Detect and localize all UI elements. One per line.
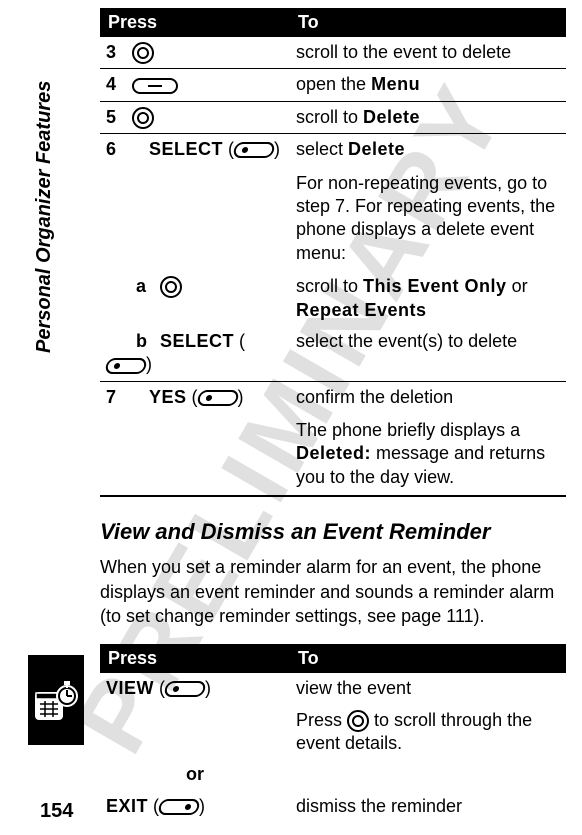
menu-term: This Event Only (363, 276, 507, 296)
text: Press (296, 710, 347, 730)
table-row: 3 scroll to the event to delete (100, 37, 566, 69)
text: select (296, 139, 348, 159)
table-row: 4 open the Menu (100, 69, 566, 101)
menu-term: Delete (363, 107, 420, 127)
table1-header-press: Press (100, 8, 290, 37)
right-softkey-icon (104, 358, 147, 374)
menu-term: Menu (371, 74, 420, 94)
to-cell: scroll to This Event Only or Repeat Even… (290, 271, 566, 326)
table-row: VIEW () view the event (100, 673, 566, 704)
table-row: b SELECT () select the event(s) to delet… (100, 326, 566, 381)
table2-header-press: Press (100, 644, 290, 673)
to-cell: open the Menu (290, 69, 566, 101)
table2-header-to: To (290, 644, 566, 673)
to-cell: scroll to Delete (290, 101, 566, 133)
instruction-table-2: Press To VIEW () view the event Press to… (100, 644, 566, 822)
page-number: 154 (40, 800, 73, 823)
section-heading: View and Dismiss an Event Reminder (100, 519, 566, 545)
nav-key-icon (132, 107, 154, 129)
nav-key-icon (132, 42, 154, 64)
softkey-label: SELECT (160, 331, 234, 351)
instruction-table-1: Press To 3 scroll to the event to delete… (100, 8, 566, 497)
table1-header-to: To (290, 8, 566, 37)
table-row: Press to scroll through the event detail… (100, 705, 566, 760)
note-cell: Press to scroll through the event detail… (290, 705, 566, 760)
text: The phone briefly displays a (296, 420, 520, 440)
right-softkey-icon (196, 390, 239, 406)
table-row: The phone briefly displays a Deleted: me… (100, 413, 566, 496)
organizer-icon (28, 655, 84, 745)
to-cell: dismiss the reminder (290, 791, 566, 822)
text: scroll to (296, 276, 363, 296)
step-number: 5 (106, 106, 122, 129)
substep-letter: b (136, 330, 150, 353)
substep-letter: a (136, 275, 150, 298)
press-cell: VIEW () (100, 673, 290, 704)
table-row: or (100, 759, 566, 790)
left-softkey-icon (157, 799, 200, 815)
to-cell: scroll to the event to delete (290, 37, 566, 69)
sidebar-section-label: Personal Organizer Features (33, 81, 56, 353)
menu-term: Deleted: (296, 443, 371, 463)
to-cell: confirm the deletion (290, 381, 566, 413)
table-row: EXIT () dismiss the reminder (100, 791, 566, 822)
table-row: a scroll to This Event Only or Repeat Ev… (100, 271, 566, 326)
press-cell: EXIT () (100, 791, 290, 822)
softkey-label: VIEW (106, 678, 154, 698)
main-content: Press To 3 scroll to the event to delete… (100, 8, 566, 822)
press-cell: 5 (100, 101, 290, 133)
softkey-label: SELECT (149, 139, 223, 159)
note-cell: The phone briefly displays a Deleted: me… (290, 413, 566, 496)
nav-key-icon (347, 710, 369, 732)
right-softkey-icon (232, 142, 275, 158)
table-row: 6 SELECT () select Delete (100, 134, 566, 166)
table-row: 7 YES () confirm the deletion (100, 381, 566, 413)
menu-term: Delete (348, 139, 405, 159)
text: open the (296, 74, 371, 94)
step-number: 7 (106, 386, 122, 409)
menu-key-icon (132, 78, 178, 94)
softkey-label: EXIT (106, 796, 148, 816)
press-cell (100, 705, 290, 760)
text: scroll to (296, 107, 363, 127)
to-cell: select the event(s) to delete (290, 326, 566, 381)
table-row: 5 scroll to Delete (100, 101, 566, 133)
step-number: 6 (106, 138, 122, 161)
text: or (507, 276, 528, 296)
right-softkey-icon (163, 681, 206, 697)
press-cell: b SELECT () (100, 326, 290, 381)
step-number: 3 (106, 41, 122, 64)
press-cell: a (100, 271, 290, 326)
step-number: 4 (106, 73, 122, 96)
press-cell: 7 YES () (100, 381, 290, 413)
press-cell: 6 SELECT () (100, 134, 290, 166)
table-row: For non-repeating events, go to step 7. … (100, 166, 566, 272)
or-label: or (100, 759, 290, 790)
to-cell: select Delete (290, 134, 566, 166)
to-cell: view the event (290, 673, 566, 704)
press-cell: 4 (100, 69, 290, 101)
section-body: When you set a reminder alarm for an eve… (100, 555, 566, 628)
menu-term: Repeat Events (296, 300, 427, 320)
press-cell: 3 (100, 37, 290, 69)
note-cell: For non-repeating events, go to step 7. … (290, 166, 566, 272)
nav-key-icon (160, 276, 182, 298)
softkey-label: YES (149, 387, 187, 407)
